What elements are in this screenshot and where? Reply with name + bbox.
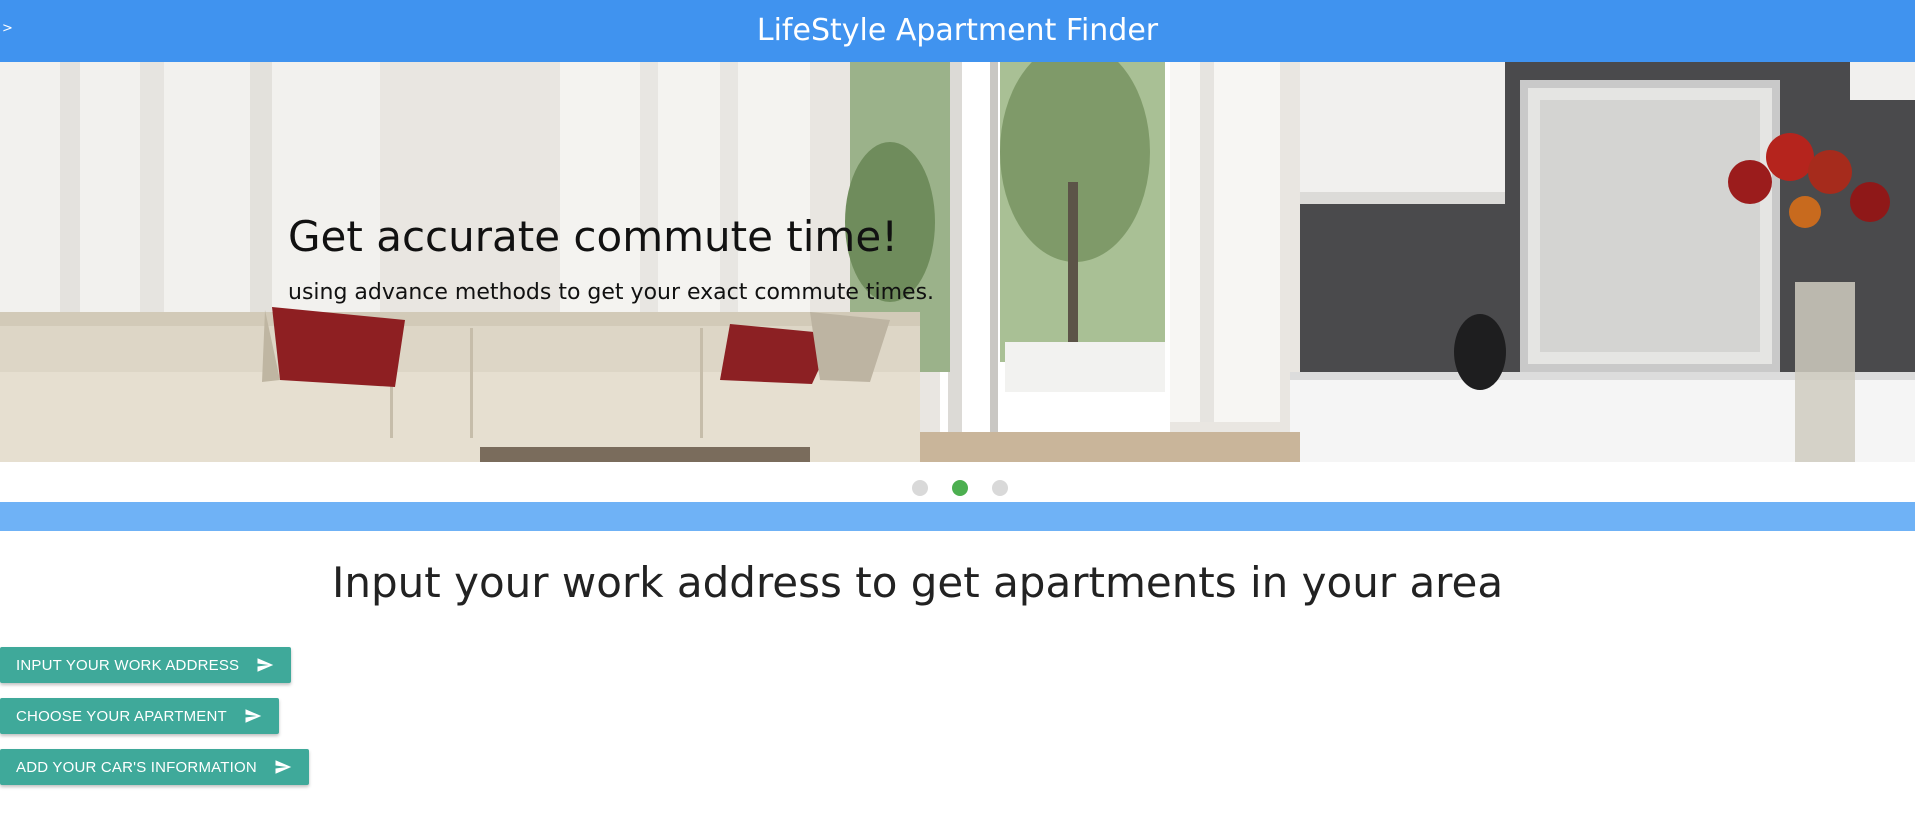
- carousel-subtext: using advance methods to get your exact …: [288, 280, 935, 305]
- section-divider: [0, 502, 1915, 531]
- add-car-information-label: Add your car's information: [16, 758, 257, 776]
- carousel-dot-2[interactable]: [952, 480, 968, 496]
- send-icon: [245, 709, 262, 723]
- choose-apartment-label: Choose your apartment: [16, 707, 227, 725]
- add-car-information-button[interactable]: Add your car's information: [0, 749, 309, 785]
- carousel-indicators: [0, 480, 1915, 496]
- app-title: LifeStyle Apartment Finder: [756, 13, 1159, 48]
- app-header: > LifeStyle Apartment Finder: [0, 0, 1915, 62]
- living-room-photo: [0, 62, 1915, 462]
- carousel-dot-1[interactable]: [912, 480, 928, 496]
- input-work-address-button[interactable]: Input your work address: [0, 647, 292, 683]
- hero-carousel: Get accurate commute time! using advance…: [0, 62, 1915, 462]
- carousel-heading: Get accurate commute time!: [288, 212, 899, 261]
- choose-apartment-button[interactable]: Choose your apartment: [0, 698, 279, 734]
- carousel-dot-3[interactable]: [992, 480, 1008, 496]
- input-work-address-label: Input your work address: [16, 656, 240, 674]
- send-icon: [275, 760, 292, 774]
- send-icon: [257, 658, 274, 672]
- page-title: Input your work address to get apartment…: [332, 558, 1504, 607]
